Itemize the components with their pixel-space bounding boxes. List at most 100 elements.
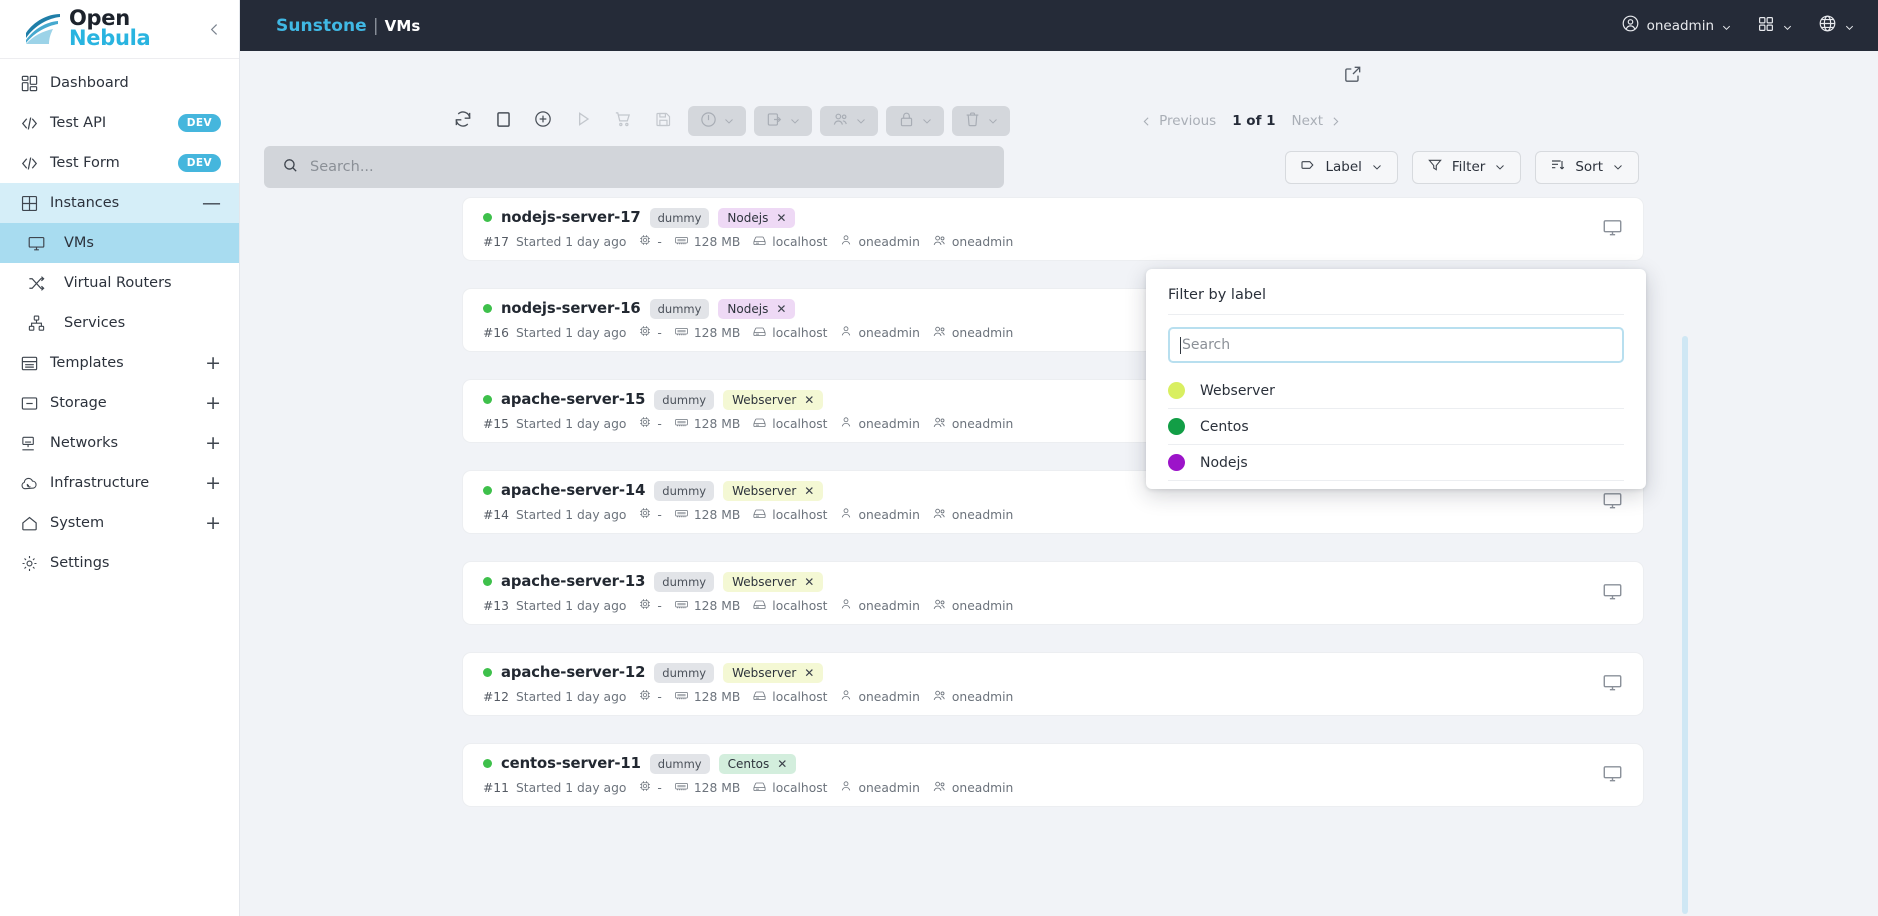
vm-status: Started 1 day ago <box>516 781 626 795</box>
vm-memory-value: 128 MB <box>693 234 741 249</box>
expand-plus-icon[interactable]: + <box>205 353 221 373</box>
vm-group-value: oneadmin <box>951 416 1014 431</box>
vm-label-text: Webserver <box>732 392 797 407</box>
remove-label-icon[interactable]: ✕ <box>804 667 814 679</box>
expand-plus-icon[interactable]: + <box>205 393 221 413</box>
vm-card[interactable]: apache-server-12 dummy Webserver ✕ #12 Starte… <box>462 652 1644 716</box>
vm-label-chip[interactable]: Webserver ✕ <box>723 389 824 410</box>
vm-group: oneadmin <box>932 779 1013 797</box>
ownership-dropdown-button[interactable] <box>820 106 878 136</box>
cpu-icon <box>638 779 652 796</box>
vm-cpu-value: - <box>657 780 662 795</box>
list-scrollbar[interactable] <box>1682 336 1688 914</box>
sidebar-item-virtual-routers[interactable]: Virtual Routers <box>0 263 239 303</box>
marketplace-button[interactable] <box>606 106 640 136</box>
cloud-icon <box>8 474 50 493</box>
migrate-dropdown-button[interactable] <box>754 106 812 136</box>
sort-button[interactable]: Sort <box>1535 150 1639 184</box>
grid-icon <box>8 194 50 213</box>
opennebula-logo[interactable]: Open Nebula <box>22 8 151 49</box>
remove-label-icon[interactable]: ✕ <box>804 576 814 588</box>
user-menu-button[interactable]: oneadmin <box>1621 14 1731 37</box>
vm-label-chip[interactable]: Nodejs ✕ <box>718 207 796 228</box>
filter-button[interactable]: Filter <box>1411 150 1522 184</box>
funnel-icon <box>1427 157 1443 177</box>
label-search-input[interactable]: Search <box>1168 327 1624 363</box>
expand-plus-icon[interactable]: + <box>205 473 221 493</box>
search-input[interactable]: Search... <box>264 146 1004 188</box>
vnc-monitor-icon[interactable] <box>1602 217 1623 242</box>
vm-cpu: - <box>638 506 662 523</box>
external-link-icon[interactable] <box>1343 64 1365 86</box>
vm-label-chip[interactable]: Webserver ✕ <box>723 571 824 592</box>
vm-status-text: Started 1 day ago <box>515 507 627 522</box>
chevron-down-icon <box>723 112 735 131</box>
home-icon <box>8 514 50 533</box>
sidebar-item-vms[interactable]: VMs <box>0 223 239 263</box>
hypervisor-chip: dummy <box>654 480 715 501</box>
vm-label-chip[interactable]: Webserver ✕ <box>723 480 824 501</box>
label-option[interactable]: Nodejs <box>1146 445 1646 481</box>
sidebar-item-templates[interactable]: Templates + <box>0 343 239 383</box>
label-option[interactable]: Centos <box>1146 409 1646 445</box>
label-option-row[interactable]: Nodejs <box>1146 445 1646 480</box>
vm-label-chip[interactable]: Webserver ✕ <box>723 662 824 683</box>
vnc-monitor-icon[interactable] <box>1602 490 1623 515</box>
next-page-button[interactable]: Next <box>1292 113 1342 129</box>
sidebar-item-dashboard[interactable]: Dashboard <box>0 63 239 103</box>
remove-label-icon[interactable]: ✕ <box>776 303 786 315</box>
vm-card[interactable]: nodejs-server-17 dummy Nodejs ✕ #17 Started 1… <box>462 197 1644 261</box>
previous-page-button[interactable]: Previous <box>1140 113 1216 129</box>
vnc-monitor-icon[interactable] <box>1602 672 1623 697</box>
remove-label-icon[interactable]: ✕ <box>804 485 814 497</box>
vnc-monitor-icon[interactable] <box>1602 581 1623 606</box>
expand-plus-icon[interactable]: + <box>205 433 221 453</box>
vm-card[interactable]: apache-server-13 dummy Webserver ✕ #13 Starte… <box>462 561 1644 625</box>
apps-menu-button[interactable] <box>1757 15 1792 37</box>
label-option[interactable]: Webserver <box>1146 373 1646 409</box>
sidebar-item-networks[interactable]: Networks + <box>0 423 239 463</box>
label-filter-button[interactable]: Label <box>1285 150 1398 184</box>
vm-label-chip[interactable]: Centos ✕ <box>718 753 797 774</box>
sidebar-item-infrastructure[interactable]: Infrastructure + <box>0 463 239 503</box>
vm-card[interactable]: centos-server-11 dummy Centos ✕ #11 Started 1… <box>462 743 1644 807</box>
power-dropdown-button[interactable] <box>688 106 746 136</box>
sidebar-item-settings[interactable]: Settings <box>0 543 239 583</box>
lock-dropdown-button[interactable] <box>886 106 944 136</box>
vm-cpu: - <box>638 779 662 796</box>
vm-group-value: oneadmin <box>951 689 1014 704</box>
sidebar-item-services[interactable]: Services <box>0 303 239 343</box>
sidebar-item-test-api[interactable]: Test API DEV <box>0 103 239 143</box>
vm-group-value: oneadmin <box>951 507 1014 522</box>
sidebar-item-storage[interactable]: Storage + <box>0 383 239 423</box>
dashboard-icon <box>8 74 50 93</box>
sidebar-item-test-form[interactable]: Test Form DEV <box>0 143 239 183</box>
vm-group: oneadmin <box>932 688 1013 706</box>
vm-cpu-value: - <box>657 598 662 613</box>
refresh-button[interactable] <box>446 106 480 136</box>
vm-group: oneadmin <box>932 506 1013 524</box>
create-button[interactable] <box>526 106 560 136</box>
remove-label-icon[interactable]: ✕ <box>777 758 787 770</box>
remove-label-icon[interactable]: ✕ <box>776 212 786 224</box>
chevron-down-icon <box>1721 21 1731 31</box>
language-menu-button[interactable] <box>1818 14 1854 37</box>
collapse-minus-icon[interactable]: — <box>202 193 221 213</box>
vm-status: Started 1 day ago <box>516 599 626 613</box>
remove-label-icon[interactable]: ✕ <box>804 394 814 406</box>
vnc-monitor-icon[interactable] <box>1602 763 1623 788</box>
label-option-row[interactable]: Centos <box>1146 409 1646 444</box>
label-option-row[interactable]: Webserver <box>1146 373 1646 408</box>
save-button[interactable] <box>646 106 680 136</box>
select-all-button[interactable] <box>486 106 520 136</box>
vm-owner: oneadmin <box>839 506 920 523</box>
sidebar-collapse-button[interactable] <box>203 18 225 40</box>
sidebar-item-instances[interactable]: Instances — <box>0 183 239 223</box>
vm-label-chip[interactable]: Nodejs ✕ <box>718 298 796 319</box>
delete-dropdown-button[interactable] <box>952 106 1010 136</box>
expand-plus-icon[interactable]: + <box>205 513 221 533</box>
sidebar-item-system[interactable]: System + <box>0 503 239 543</box>
migrate-icon <box>765 110 784 133</box>
label-option-text: Webserver <box>1200 382 1275 399</box>
play-button[interactable] <box>566 106 600 136</box>
